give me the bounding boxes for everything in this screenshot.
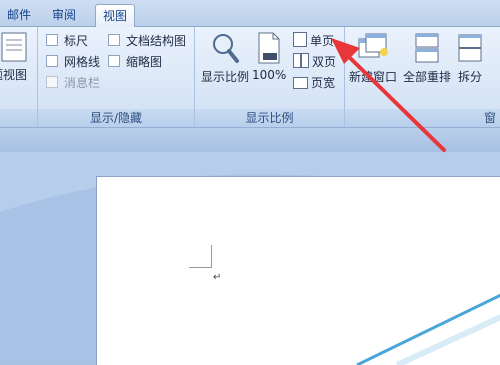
outline-view-icon (1, 32, 27, 62)
magnifier-icon (213, 34, 239, 63)
two-pages-icon-second (301, 53, 309, 68)
zoom-label: 显示比例 (200, 70, 249, 84)
window-group: 新建窗口 全部重排 拆分 窗 (345, 27, 500, 127)
margin-corner-mark (189, 245, 212, 268)
new-window-button[interactable]: 新建窗口 (347, 31, 399, 85)
arrange-all-button[interactable]: 全部重排 (401, 31, 453, 85)
document-views-group: 题视图 (0, 27, 38, 127)
zoom-button[interactable]: 显示比例 (198, 31, 252, 85)
new-window-icon (358, 33, 388, 58)
split-label: 拆分 (457, 70, 482, 84)
one-page-button[interactable]: 单页 (293, 32, 334, 50)
arrange-all-icon (415, 33, 439, 63)
zoom-100-label: 100% (252, 68, 287, 82)
document-map-label: 文档结构图 (126, 34, 187, 48)
ruler-strip (0, 127, 500, 152)
new-window-label: 新建窗口 (348, 70, 397, 84)
zoom-group: 显示比例 100% 单页 双页 页宽 显示比例 (195, 27, 345, 127)
ruler-checkbox-box[interactable] (46, 34, 58, 46)
message-bar-checkbox-box (46, 76, 58, 88)
page-100-icon (258, 32, 280, 64)
page-width-label: 页宽 (311, 76, 336, 90)
tab-view[interactable]: 视图 (95, 4, 136, 27)
message-bar-checkbox: 消息栏 (46, 75, 100, 91)
ruler-checkbox[interactable]: 标尺 (46, 33, 88, 49)
group-label-zoom: 显示比例 (195, 109, 344, 127)
thumbnails-checkbox-box[interactable] (108, 55, 120, 67)
thumbnails-checkbox[interactable]: 缩略图 (108, 54, 162, 70)
split-button[interactable]: 拆分 (453, 31, 487, 85)
thumbnails-label: 缩略图 (126, 55, 163, 69)
two-pages-label: 双页 (312, 55, 337, 69)
arrange-all-label: 全部重排 (402, 70, 451, 84)
gridlines-label: 网格线 (64, 55, 101, 69)
one-page-icon (293, 32, 307, 47)
document-map-checkbox[interactable]: 文档结构图 (108, 33, 186, 49)
tab-mailings[interactable]: 邮件 (0, 4, 38, 26)
zoom-100-button[interactable]: 100% (252, 31, 286, 82)
outline-view-label: 题视图 (0, 68, 27, 82)
ribbon-tab-bar: 邮件 审阅 视图 (0, 0, 500, 27)
document-page[interactable] (96, 176, 500, 365)
group-label-window: 窗 (345, 109, 500, 127)
outline-view-button[interactable]: 题视图 (0, 31, 36, 83)
group-label-views (0, 109, 37, 127)
gridlines-checkbox-box[interactable] (46, 55, 58, 67)
two-pages-icon (293, 53, 301, 68)
paragraph-mark: ↵ (213, 272, 222, 283)
show-hide-group: 标尺 网格线 消息栏 文档结构图 缩略图 显示/隐藏 (38, 27, 195, 127)
split-icon (458, 34, 482, 62)
message-bar-label: 消息栏 (64, 76, 101, 90)
page-decoration (356, 293, 500, 365)
ruler-label: 标尺 (64, 34, 89, 48)
page-width-button[interactable]: 页宽 (293, 74, 335, 92)
group-label-show-hide: 显示/隐藏 (38, 109, 194, 127)
one-page-label: 单页 (310, 34, 335, 48)
page-width-icon (293, 77, 308, 89)
gridlines-checkbox[interactable]: 网格线 (46, 54, 100, 70)
tab-review[interactable]: 审阅 (45, 4, 83, 26)
two-pages-button[interactable]: 双页 (293, 53, 336, 71)
document-map-checkbox-box[interactable] (108, 34, 120, 46)
ribbon: 题视图 标尺 网格线 消息栏 文档结构图 缩略图 显示/隐藏 显示比例 (0, 27, 500, 127)
